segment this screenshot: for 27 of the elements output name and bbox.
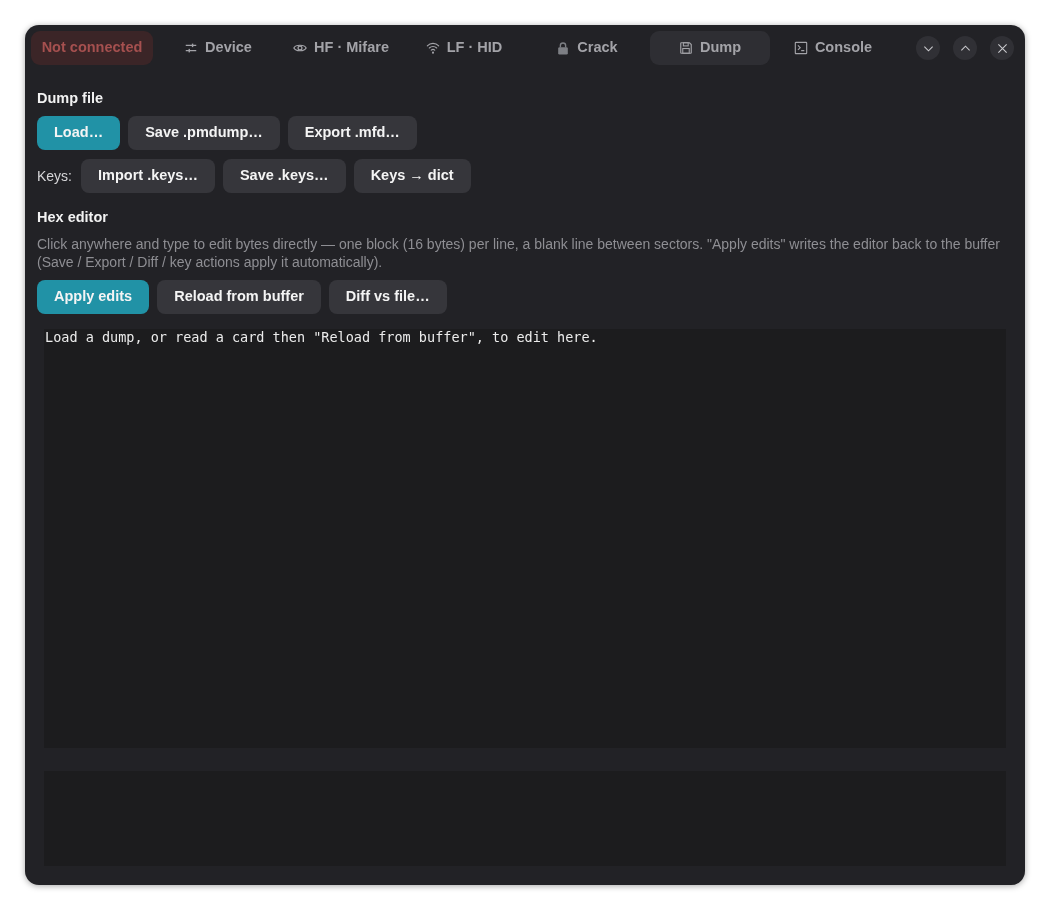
- close-button[interactable]: [990, 36, 1014, 60]
- tab[interactable]: Crack: [527, 31, 647, 65]
- tab[interactable]: Console: [773, 31, 893, 65]
- action-button[interactable]: Save .pmdump…: [128, 116, 280, 150]
- hex-editor-field[interactable]: Load a dump, or read a card then "Reload from buffer", to edit here.: [44, 329, 1006, 748]
- action-button[interactable]: Export .mfd…: [287, 116, 417, 150]
- action-button[interactable]: Reload from buffer: [157, 280, 321, 314]
- sliders-icon: [184, 41, 199, 55]
- section-title: Hex editor: [37, 208, 109, 227]
- close-icon: [996, 42, 1008, 54]
- wifi-icon: [425, 41, 440, 55]
- tab[interactable]: HF · Mifare: [281, 31, 401, 65]
- action-button[interactable]: Diff vs file…: [328, 280, 447, 314]
- maximize-button[interactable]: [953, 36, 977, 60]
- terminal-icon: [793, 41, 808, 55]
- tab[interactable]: Device: [158, 31, 278, 65]
- action-button[interactable]: Import .keys…: [81, 159, 215, 193]
- tab[interactable]: LF · HID: [404, 31, 524, 65]
- keys-label: Keys:: [37, 166, 72, 186]
- action-button[interactable]: Keys → dict: [353, 159, 471, 193]
- section-title: Dump file: [37, 89, 105, 108]
- tab[interactable]: Dump: [650, 31, 770, 65]
- editor-description: Click anywhere and type to edit bytes directly — one block (16 bytes) per line, a blank line between sectors. "Apply edits" writes the editor back to the buffer (Save / Export / Diff / key actions apply it automatically).: [37, 235, 1001, 271]
- lock-icon: [556, 41, 571, 55]
- minimize-button[interactable]: [916, 36, 940, 60]
- connection-status: Not connected: [31, 31, 153, 65]
- action-button[interactable]: Save .keys…: [222, 159, 346, 193]
